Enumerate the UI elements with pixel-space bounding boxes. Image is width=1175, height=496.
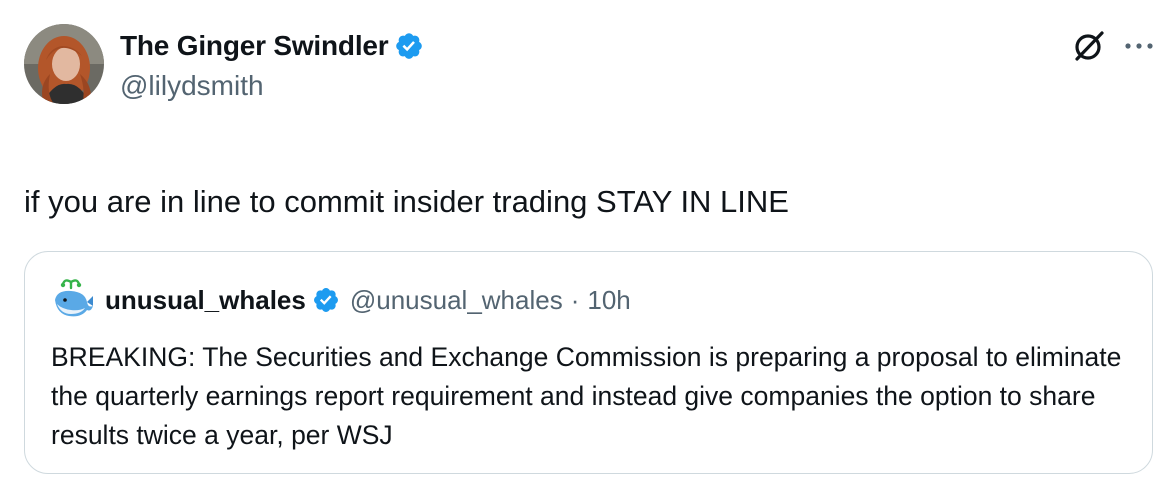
quoted-author-display-name[interactable]: unusual_whales xyxy=(105,285,306,316)
quoted-verified-badge-icon xyxy=(313,288,338,312)
more-icon[interactable] xyxy=(1123,28,1155,64)
author-display-name[interactable]: The Ginger Swindler xyxy=(120,30,389,62)
quoted-tweet-header: unusual_whales @unusual_whales · 10h xyxy=(51,278,631,322)
author-handle[interactable]: @lilydsmith xyxy=(120,70,424,102)
verified-badge-icon[interactable] xyxy=(394,31,424,61)
tweet: The Ginger Swindler @lilydsmith if you a… xyxy=(0,0,1175,496)
author-avatar[interactable] xyxy=(24,24,104,104)
quoted-tweet-text: BREAKING: The Securities and Exchange Co… xyxy=(51,342,1122,450)
whale-avatar-icon[interactable] xyxy=(51,278,95,322)
quoted-author-handle[interactable]: @unusual_whales xyxy=(350,285,563,316)
quoted-tweet-card[interactable]: unusual_whales @unusual_whales · 10h BRE… xyxy=(24,251,1153,474)
author-name-row: The Ginger Swindler xyxy=(120,28,424,64)
quoted-timestamp[interactable]: 10h xyxy=(587,285,630,316)
quoted-separator: · xyxy=(570,284,580,315)
tweet-top-actions xyxy=(1071,28,1155,64)
author-info: The Ginger Swindler @lilydsmith xyxy=(120,28,424,102)
tweet-text: if you are in line to commit insider tra… xyxy=(24,184,789,219)
grok-icon[interactable] xyxy=(1071,28,1107,64)
